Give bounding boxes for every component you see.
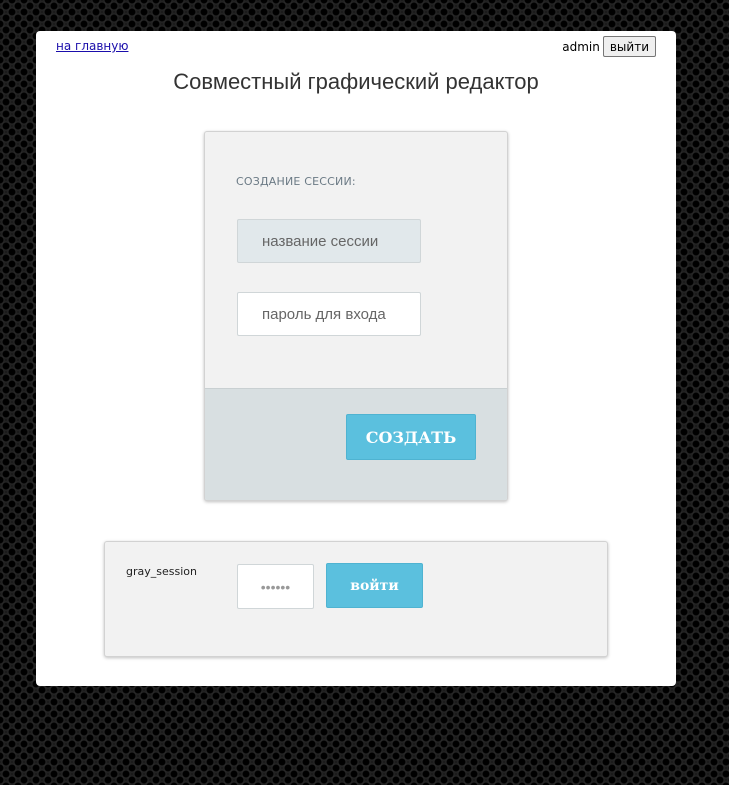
username-label: admin <box>562 39 600 54</box>
logout-button[interactable]: выйти <box>602 36 656 57</box>
session-name: gray_session <box>126 565 197 578</box>
main-panel: на главную admin выйти Совместный графич… <box>36 31 676 686</box>
create-session-card: СОЗДАНИЕ СЕССИИ: СОЗДАТЬ <box>204 131 508 501</box>
create-session-button[interactable]: СОЗДАТЬ <box>346 414 476 460</box>
create-session-heading: СОЗДАНИЕ СЕССИИ: <box>236 175 356 188</box>
session-name-input[interactable] <box>237 219 421 263</box>
user-box: admin выйти <box>562 36 656 57</box>
page-title: Совместный графический редактор <box>173 69 539 94</box>
session-password-input[interactable] <box>237 292 421 336</box>
home-link[interactable]: на главную <box>56 39 128 53</box>
join-session-button[interactable]: войти <box>326 563 423 608</box>
join-password-input[interactable] <box>237 564 314 609</box>
create-session-footer: СОЗДАТЬ <box>205 388 507 500</box>
session-list-item: gray_session войти <box>104 541 608 657</box>
